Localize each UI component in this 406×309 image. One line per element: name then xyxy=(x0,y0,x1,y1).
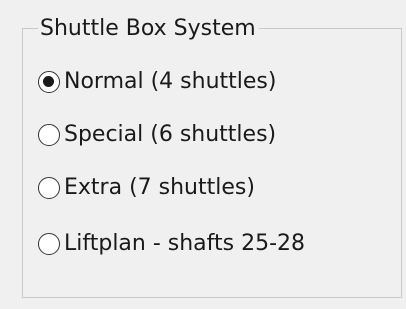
radio-option-label[interactable]: Extra (7 shuttles) xyxy=(64,170,255,206)
radio-option-label[interactable]: Special (6 shuttles) xyxy=(64,117,276,153)
radio-button-icon[interactable] xyxy=(38,71,60,93)
radio-dot-icon xyxy=(43,76,54,87)
radio-option-liftplan[interactable]: Liftplan - shafts 25-28 xyxy=(38,226,305,262)
radio-option-extra[interactable]: Extra (7 shuttles) xyxy=(38,170,255,206)
radio-option-label[interactable]: Normal (4 shuttles) xyxy=(64,64,276,100)
radio-option-special[interactable]: Special (6 shuttles) xyxy=(38,117,276,153)
radio-button-icon[interactable] xyxy=(38,124,60,146)
group-title: Shuttle Box System xyxy=(38,14,259,44)
radio-option-normal[interactable]: Normal (4 shuttles) xyxy=(38,64,276,100)
radio-button-icon[interactable] xyxy=(38,177,60,199)
radio-option-label[interactable]: Liftplan - shafts 25-28 xyxy=(64,226,305,262)
radio-button-icon[interactable] xyxy=(38,233,60,255)
